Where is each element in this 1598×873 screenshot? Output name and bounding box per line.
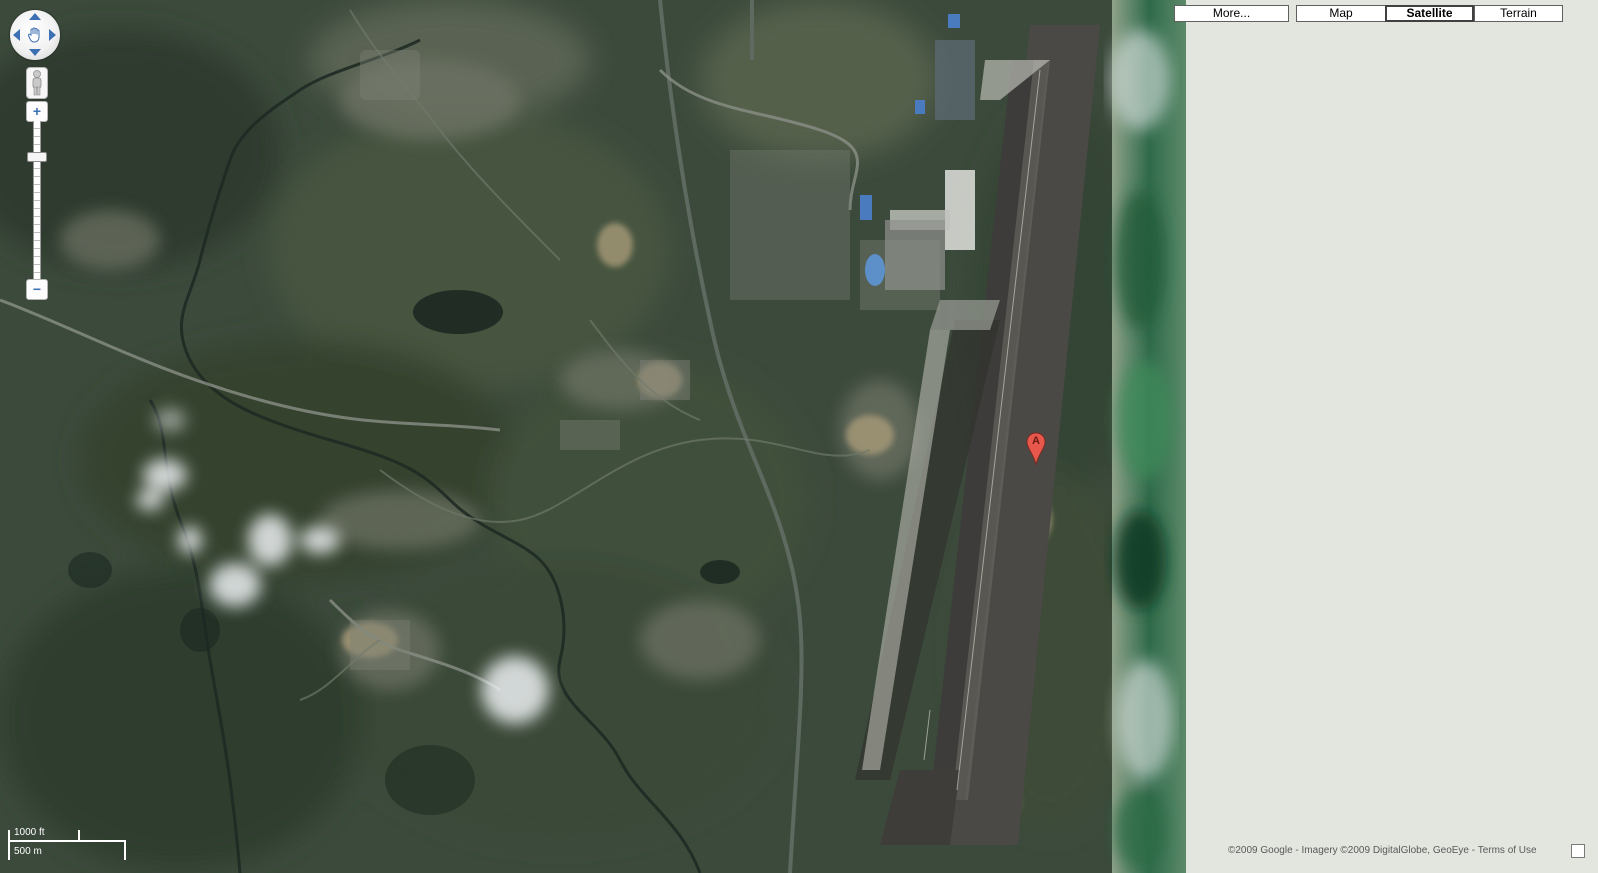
zoom-slider-thumb[interactable]: [27, 152, 47, 162]
satellite-tiles: [0, 0, 1186, 873]
street-view-pegman[interactable]: [26, 67, 48, 99]
zoom-slider-ticks: [34, 121, 40, 279]
map-marker-a[interactable]: A: [1025, 432, 1047, 466]
resize-corner-icon[interactable]: [1571, 844, 1585, 858]
map-type-satellite-button[interactable]: Satellite: [1385, 5, 1474, 22]
zoom-slider-track[interactable]: [33, 121, 41, 279]
copyright-text: ©2009 Google - Imagery ©2009 DigitalGlob…: [1228, 845, 1537, 856]
scale-bar: 1000 ft 500 m: [6, 827, 126, 868]
pan-right-icon[interactable]: [49, 29, 56, 41]
pan-control[interactable]: [10, 10, 60, 60]
pegman-icon: [32, 70, 42, 96]
pan-down-icon[interactable]: [29, 49, 41, 56]
scale-line: [8, 840, 124, 842]
scale-metric-label: 500 m: [14, 846, 42, 857]
scale-left-tick: [8, 830, 10, 860]
zoom-out-button[interactable]: −: [26, 279, 48, 300]
scale-imperial-label: 1000 ft: [14, 827, 45, 838]
zoom-in-button[interactable]: +: [26, 101, 48, 122]
map-type-map-button[interactable]: Map: [1296, 5, 1386, 22]
hand-icon[interactable]: [27, 26, 43, 43]
marker-label: A: [1032, 435, 1040, 447]
map-canvas[interactable]: + − More... Map Satellite Terrain A 1000…: [0, 0, 1598, 873]
pan-left-icon[interactable]: [13, 29, 20, 41]
satellite-imagery[interactable]: [0, 0, 1186, 873]
pan-up-icon[interactable]: [29, 13, 41, 20]
more-button[interactable]: More...: [1174, 5, 1289, 22]
scale-imperial-tick: [78, 830, 80, 841]
scale-metric-tick: [124, 840, 126, 860]
map-type-terrain-button[interactable]: Terrain: [1474, 5, 1563, 22]
